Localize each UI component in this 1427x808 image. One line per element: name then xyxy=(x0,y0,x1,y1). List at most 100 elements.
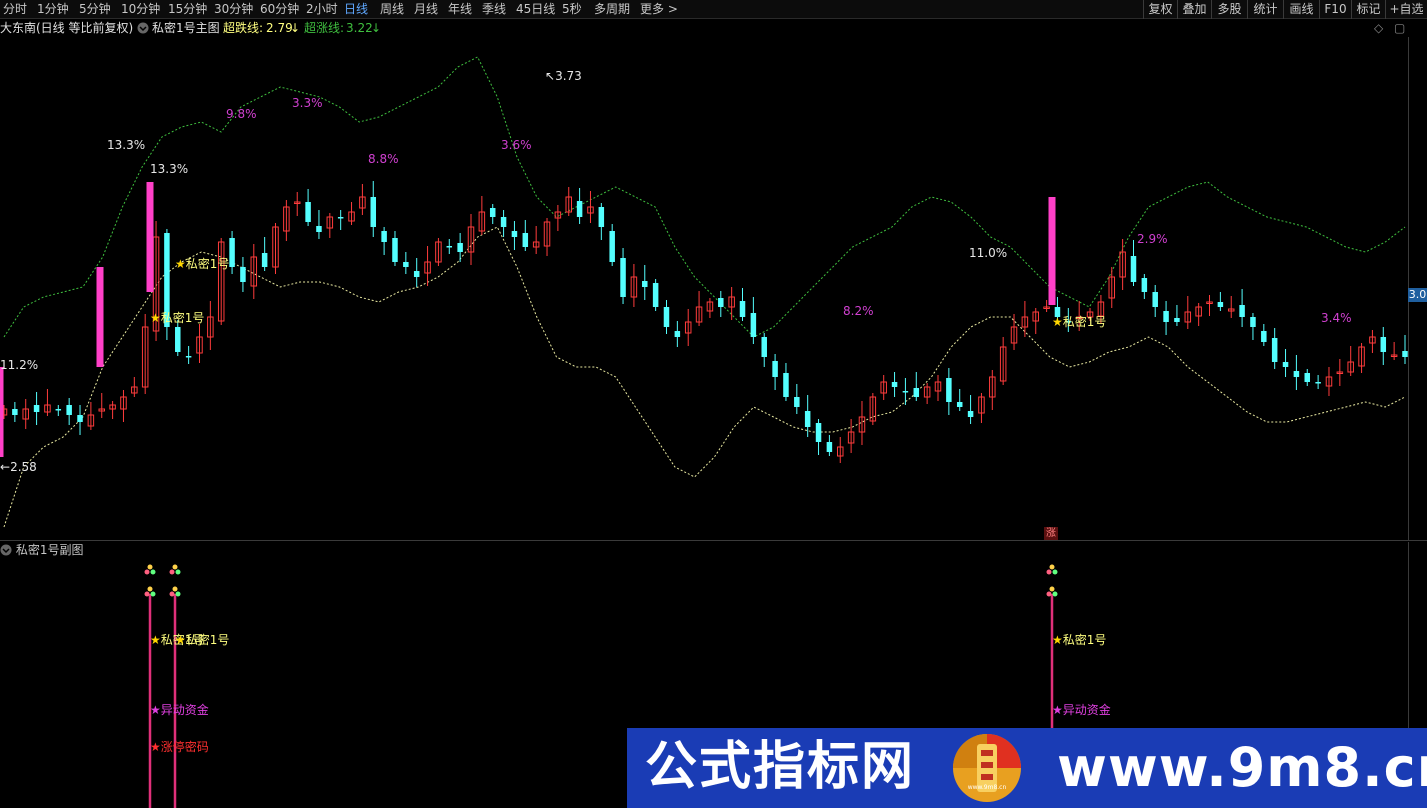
signal-label: ★私密1号 xyxy=(150,311,205,325)
candle-body xyxy=(891,382,898,387)
logo-caption: www.9m8.cn xyxy=(967,784,1007,791)
arrow-down-icon: ↓ xyxy=(371,21,382,35)
current-price-tag: 3.0 xyxy=(1408,288,1427,302)
period-15min[interactable]: 15分钟 xyxy=(168,1,207,18)
statistics-button[interactable]: 统计 xyxy=(1247,0,1283,19)
watermark-banner: 公式指标网 www.9m8.cn www.9m8.cn xyxy=(627,728,1427,808)
mark-button[interactable]: 标记 xyxy=(1351,0,1385,19)
percent-label: 8.2% xyxy=(843,304,874,318)
period-daily[interactable]: 日线 xyxy=(344,1,368,18)
pane-divider[interactable] xyxy=(0,540,1427,541)
candle-body xyxy=(761,337,767,357)
candle-body xyxy=(967,411,974,417)
candle-body xyxy=(652,283,659,307)
add-watchlist-button[interactable]: +自选 xyxy=(1385,0,1427,19)
diamond-icon[interactable]: ◇ xyxy=(1374,21,1383,36)
signal-dot-icon xyxy=(1046,591,1052,597)
candle-body xyxy=(33,405,40,412)
percent-label: 3.3% xyxy=(292,96,323,110)
candle-body xyxy=(1141,278,1148,292)
sub-signal-label: ★私密1号 xyxy=(1052,633,1107,647)
line1-value: 2.79 xyxy=(266,21,293,35)
indicator-name[interactable]: 私密1号主图 xyxy=(152,21,220,36)
candle-body xyxy=(1239,305,1245,317)
window-toggle-icon[interactable]: ▢ xyxy=(1394,21,1405,36)
signal-dot-icon xyxy=(169,569,175,575)
candle-body xyxy=(370,197,377,227)
signal-candle xyxy=(1048,197,1056,305)
high-price-label: ↖3.73 xyxy=(545,69,582,83)
candle-body xyxy=(77,415,83,422)
signal-dot-icon xyxy=(144,591,150,597)
period-fenshi[interactable]: 分时 xyxy=(3,1,27,18)
period-2hour[interactable]: 2小时 xyxy=(306,1,338,18)
signal-dot-icon xyxy=(150,569,156,575)
period-5sec[interactable]: 5秒 xyxy=(562,1,582,18)
fund-signal-label: ★异动资金 xyxy=(150,703,209,717)
percent-label: 13.3% xyxy=(107,138,146,152)
candle-body xyxy=(392,238,398,262)
candle-body xyxy=(381,231,387,242)
percent-label: 13.3% xyxy=(150,162,189,176)
candle-body xyxy=(576,201,583,217)
candle-body xyxy=(229,238,235,267)
candle-body xyxy=(1315,382,1321,384)
f10-button[interactable]: F10 xyxy=(1319,0,1351,19)
candle-body xyxy=(902,391,909,393)
period-yearly[interactable]: 年线 xyxy=(448,1,472,18)
candle-body xyxy=(66,405,72,415)
period-quarterly[interactable]: 季线 xyxy=(482,1,506,18)
candle-body xyxy=(55,409,62,411)
overlay-button[interactable]: 叠加 xyxy=(1177,0,1211,19)
period-weekly[interactable]: 周线 xyxy=(380,1,404,18)
period-30min[interactable]: 30分钟 xyxy=(214,1,253,18)
signal-candle xyxy=(0,367,4,457)
period-1min[interactable]: 1分钟 xyxy=(37,1,69,18)
line2-value: 3.22 xyxy=(346,21,373,35)
candle-body xyxy=(261,253,268,267)
candle-body xyxy=(175,327,181,352)
low-price-label: ←2.58 xyxy=(0,460,37,474)
percent-label: 3.6% xyxy=(501,138,532,152)
candle-body xyxy=(305,202,311,222)
candle-body xyxy=(1380,337,1387,352)
candle-body xyxy=(750,313,757,337)
period-60min[interactable]: 60分钟 xyxy=(260,1,299,18)
draw-line-button[interactable]: 画线 xyxy=(1283,0,1319,19)
signal-dot-icon xyxy=(147,586,153,592)
candle-body xyxy=(12,409,18,415)
signal-dot-icon xyxy=(175,569,181,575)
period-multi[interactable]: 多周期 xyxy=(594,1,630,18)
signal-label: ★私密1号 xyxy=(175,257,230,271)
arrow-down-icon: ↓ xyxy=(290,21,301,35)
restore-rights-button[interactable]: 复权 xyxy=(1143,0,1177,19)
multi-stock-button[interactable]: 多股 xyxy=(1211,0,1247,19)
percent-label: 2.9% xyxy=(1137,232,1168,246)
period-45day[interactable]: 45日线 xyxy=(516,1,555,18)
candle-body xyxy=(609,231,615,262)
percent-label: 11.0% xyxy=(969,246,1008,260)
candle-body xyxy=(489,208,496,217)
candle-body xyxy=(522,233,529,247)
candle-body xyxy=(337,217,344,219)
candle-body xyxy=(413,271,420,277)
candle-body xyxy=(1163,311,1169,322)
main-price-chart[interactable] xyxy=(0,37,1409,540)
low-price-value: 2.58 xyxy=(10,460,37,474)
period-10min[interactable]: 10分钟 xyxy=(121,1,160,18)
candle-body xyxy=(185,356,192,358)
percent-label: 3.4% xyxy=(1321,311,1352,325)
candle-body xyxy=(446,246,453,248)
chevron-down-icon[interactable] xyxy=(137,22,149,34)
signal-dot-icon xyxy=(150,591,156,597)
period-5min[interactable]: 5分钟 xyxy=(79,1,111,18)
candle-body xyxy=(663,307,670,327)
period-monthly[interactable]: 月线 xyxy=(414,1,438,18)
candle-body xyxy=(1174,318,1180,322)
line1-label: 超跌线: xyxy=(223,21,264,35)
candle-body xyxy=(500,217,507,227)
more-periods-button[interactable]: 更多 > xyxy=(640,1,678,18)
stock-name: 大东南(日线 等比前复权) xyxy=(0,21,134,35)
signal-dot-icon xyxy=(169,591,175,597)
signal-dot-icon xyxy=(1046,569,1052,575)
